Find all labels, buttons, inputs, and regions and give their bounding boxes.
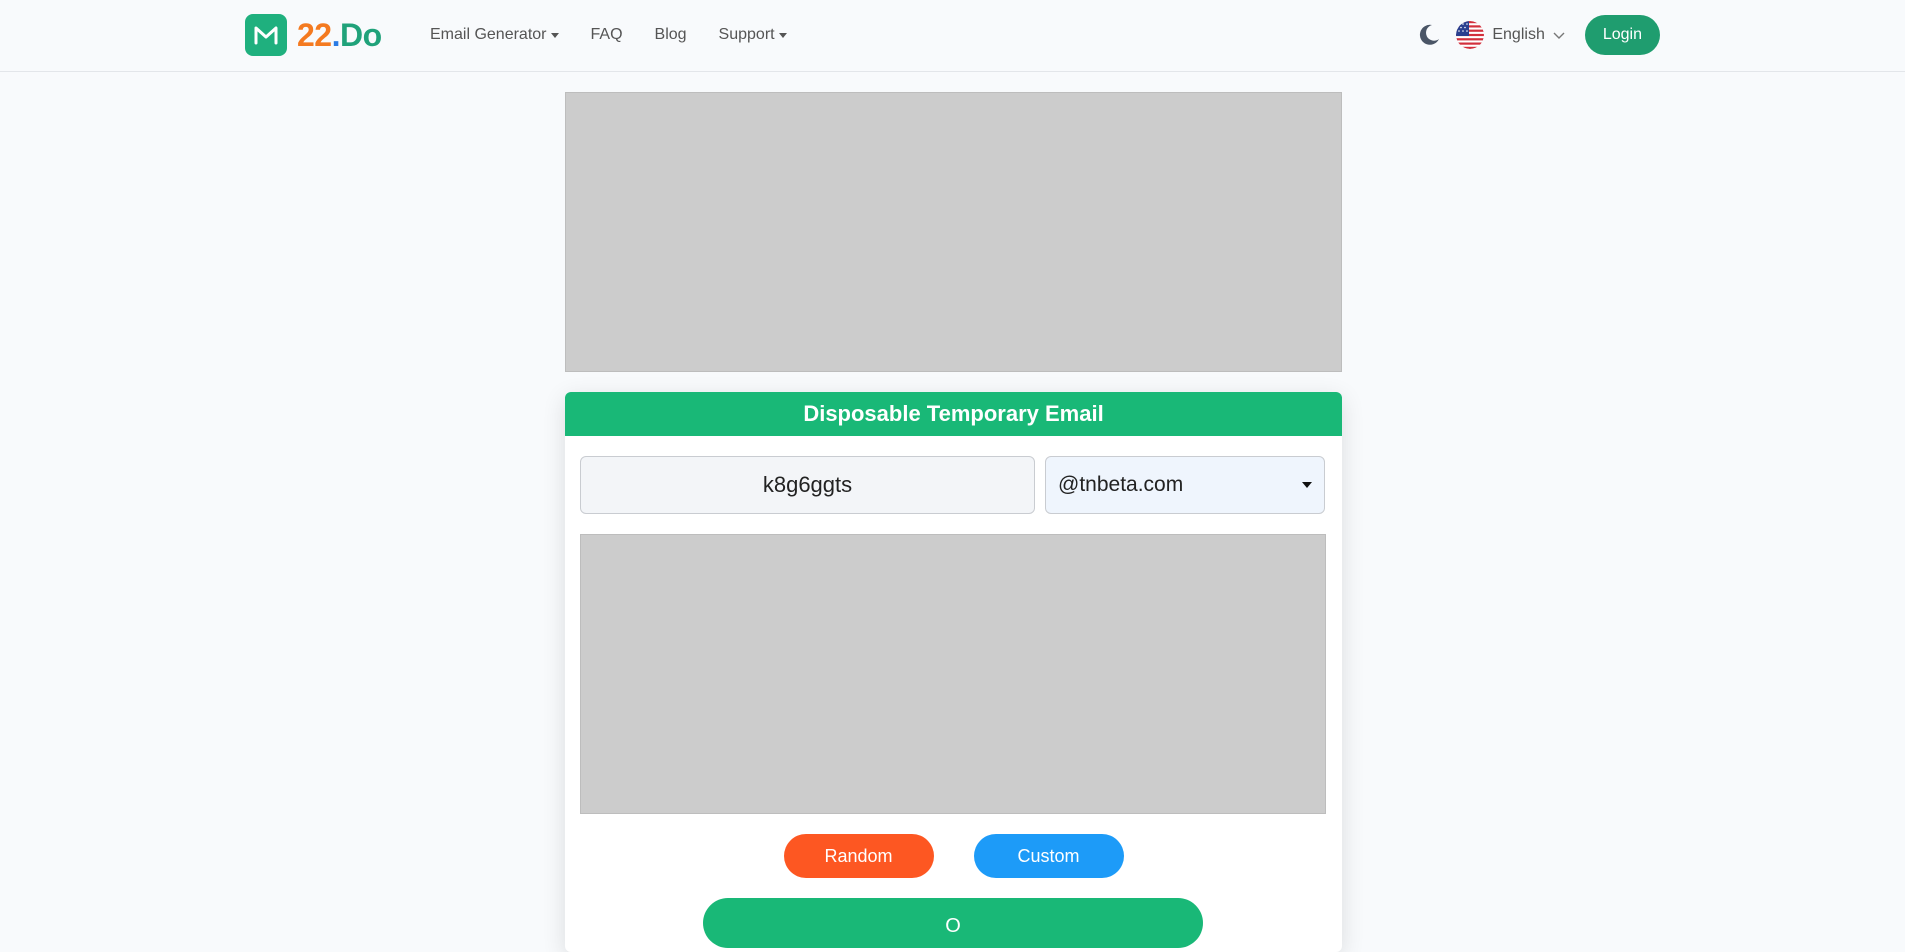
nav-support[interactable]: Support	[719, 26, 787, 44]
header-tools: English Login	[1416, 0, 1660, 70]
nav-blog[interactable]: Blog	[655, 26, 687, 44]
caret-down-icon	[550, 32, 559, 38]
temp-email-card: Disposable Temporary Email @tnbeta.com R…	[565, 392, 1342, 952]
caret-down-icon	[1302, 482, 1312, 488]
site-logo[interactable]: 22.Do	[245, 14, 382, 56]
caret-down-icon	[778, 32, 787, 38]
us-flag-icon	[1456, 21, 1485, 49]
login-button[interactable]: Login	[1584, 15, 1660, 55]
open-mailbox-button[interactable]: O	[703, 898, 1203, 948]
nav-email-generator[interactable]: Email Generator	[430, 26, 559, 44]
random-button[interactable]: Random	[783, 834, 934, 878]
moon-icon[interactable]	[1416, 22, 1442, 48]
ad-placeholder-inner	[580, 534, 1326, 814]
language-selector[interactable]: English	[1456, 21, 1565, 49]
action-buttons: Random Custom	[565, 834, 1342, 878]
nav-faq[interactable]: FAQ	[591, 26, 623, 44]
nav-label: FAQ	[590, 26, 623, 43]
site-header: 22.Do Email Generator FAQ Blog Support E…	[0, 0, 1905, 72]
nav-label: Support	[718, 26, 775, 43]
domain-select[interactable]: @tnbeta.com	[1045, 456, 1325, 514]
email-row: @tnbeta.com	[580, 456, 1325, 514]
email-name-input[interactable]	[580, 456, 1035, 514]
chevron-down-icon	[1553, 32, 1565, 39]
custom-button[interactable]: Custom	[973, 834, 1124, 878]
main-nav: Email Generator FAQ Blog Support	[430, 0, 819, 70]
language-label: English	[1492, 26, 1545, 43]
nav-label: Email Generator	[430, 26, 547, 43]
card-title: Disposable Temporary Email	[565, 392, 1342, 436]
logo-wordmark: 22.Do	[297, 17, 382, 53]
mail-m-icon	[245, 14, 287, 56]
nav-label: Blog	[654, 26, 687, 43]
ad-placeholder-top	[565, 92, 1342, 372]
domain-value: @tnbeta.com	[1058, 473, 1184, 496]
